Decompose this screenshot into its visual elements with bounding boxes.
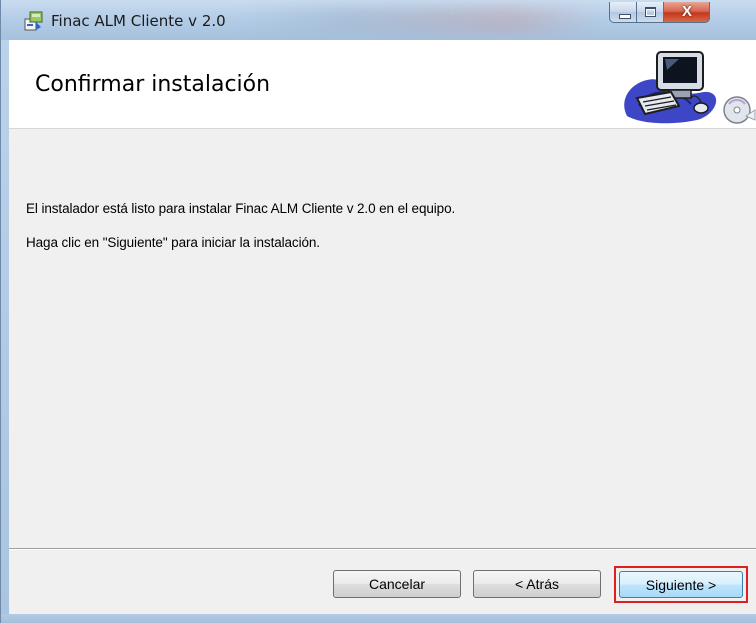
title-bar[interactable]: Finac ALM Cliente v 2.0 X xyxy=(1,0,756,40)
window-title: Finac ALM Cliente v 2.0 xyxy=(51,12,226,30)
ready-message: El instalador está listo para instalar F… xyxy=(26,201,456,216)
minimize-icon xyxy=(619,14,631,19)
content-area: El instalador está listo para instalar F… xyxy=(9,129,756,548)
installer-window: Finac ALM Cliente v 2.0 X Confirmar inst… xyxy=(0,0,756,623)
cancel-button[interactable]: Cancelar xyxy=(333,570,461,598)
instruction-message: Haga clic en "Siguiente" para iniciar la… xyxy=(26,235,320,250)
maximize-button[interactable] xyxy=(637,2,664,23)
window-bottom-border xyxy=(1,614,756,623)
close-icon: X xyxy=(681,3,692,20)
computer-setup-icon xyxy=(624,51,756,124)
close-button[interactable]: X xyxy=(664,2,710,23)
titlebar-blur xyxy=(241,6,601,34)
caption-buttons: X xyxy=(609,2,710,24)
page-title: Confirmar instalación xyxy=(35,72,271,97)
maximize-icon xyxy=(645,7,656,17)
next-button[interactable]: Siguiente > xyxy=(619,571,743,598)
installer-app-icon xyxy=(24,11,43,31)
footer-separator-highlight xyxy=(9,549,756,550)
header-banner: Confirmar instalación xyxy=(9,40,756,129)
back-button[interactable]: < Atrás xyxy=(473,570,601,598)
minimize-button[interactable] xyxy=(609,2,637,23)
